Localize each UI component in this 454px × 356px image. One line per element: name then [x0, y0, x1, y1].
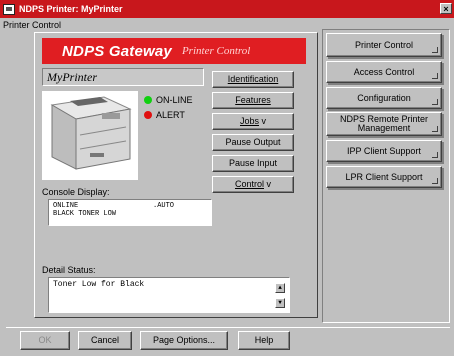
detail-status-box: Toner Low for Black ▲ ▼	[48, 277, 290, 313]
console-line1-right: .AUTO	[153, 202, 175, 210]
chevron-down-icon: v	[261, 116, 267, 126]
banner-title: NDPS Gateway	[62, 42, 172, 60]
console-label: Console Display:	[42, 187, 110, 197]
chevron-down-icon: v	[266, 179, 272, 189]
help-button[interactable]: Help	[238, 331, 290, 350]
title-bar: NDPS Printer: MyPrinter ×	[0, 0, 454, 18]
console-line2: BLACK TONER LOW	[53, 210, 117, 218]
section-label: Printer Control	[3, 20, 62, 30]
alert-led-icon	[144, 111, 152, 119]
printer-name: MyPrinter	[42, 68, 204, 86]
printer-app-icon	[3, 3, 15, 15]
gateway-banner: NDPS Gateway Printer Control	[42, 38, 306, 64]
control-dropdown-button[interactable]: Control v	[212, 176, 294, 193]
cancel-button[interactable]: Cancel	[78, 331, 132, 350]
ok-button[interactable]: OK	[20, 331, 70, 350]
pause-input-button[interactable]: Pause Input	[212, 155, 294, 172]
detail-status-text: Toner Low for Black	[53, 280, 145, 289]
sidebar-item-configuration[interactable]: Configuration	[326, 87, 442, 109]
features-button[interactable]: Features	[212, 92, 294, 109]
online-status: ON-LINE	[144, 95, 193, 105]
detail-status-label: Detail Status:	[42, 265, 96, 275]
online-status-label: ON-LINE	[156, 95, 193, 105]
scroll-up-icon[interactable]: ▲	[275, 283, 285, 293]
footer-divider	[6, 327, 450, 328]
sidebar-item-remote-management[interactable]: NDPS Remote Printer Management	[326, 112, 442, 136]
online-led-icon	[144, 96, 152, 104]
alert-status: ALERT	[144, 110, 185, 120]
page-options-button[interactable]: Page Options...	[140, 331, 228, 350]
sidebar-item-printer-control[interactable]: Printer Control	[326, 33, 442, 57]
banner-subtitle: Printer Control	[181, 45, 251, 57]
console-display: ONLINE .AUTO BLACK TONER LOW	[48, 199, 212, 226]
sidebar-item-lpr-client[interactable]: LPR Client Support	[326, 166, 442, 188]
close-icon[interactable]: ×	[440, 3, 452, 14]
identification-button[interactable]: Identification	[212, 71, 294, 88]
printer-image	[42, 91, 138, 180]
console-line1-left: ONLINE	[53, 202, 79, 210]
window-title: NDPS Printer: MyPrinter	[19, 4, 123, 14]
sidebar-item-ipp-client[interactable]: IPP Client Support	[326, 140, 442, 162]
alert-status-label: ALERT	[156, 110, 185, 120]
scroll-down-icon[interactable]: ▼	[275, 298, 285, 308]
jobs-dropdown-button[interactable]: Jobs v	[212, 113, 294, 130]
pause-output-button[interactable]: Pause Output	[212, 134, 294, 151]
sidebar-item-access-control[interactable]: Access Control	[326, 61, 442, 83]
